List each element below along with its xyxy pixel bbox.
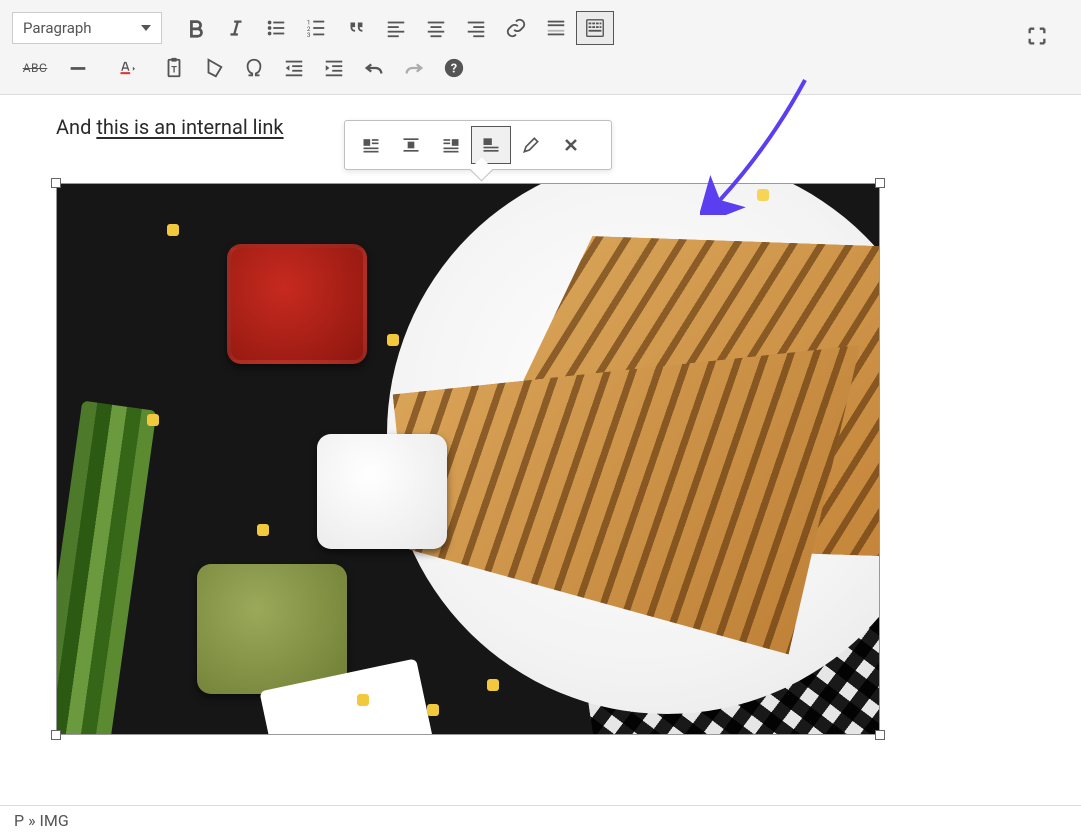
breadcrumb-sep: »: [24, 811, 39, 830]
blockquote-button[interactable]: [336, 10, 376, 46]
redo-button[interactable]: [394, 50, 434, 86]
toolbar-toggle-button[interactable]: [576, 11, 614, 45]
outdent-button[interactable]: [274, 50, 314, 86]
resize-handle-bottom-left[interactable]: [51, 730, 61, 740]
format-select[interactable]: Paragraph: [12, 12, 162, 44]
strikethrough-button[interactable]: ABC: [12, 50, 58, 86]
toolbar-row-2: ABC T ?: [12, 48, 1069, 88]
link-button[interactable]: [496, 10, 536, 46]
paste-text-button[interactable]: T: [154, 50, 194, 86]
format-select-label: Paragraph: [23, 19, 92, 37]
internal-link[interactable]: this is an internal link: [96, 115, 283, 139]
bullet-list-button[interactable]: [256, 10, 296, 46]
status-bar: P » IMG: [0, 805, 1081, 835]
read-more-button[interactable]: [536, 10, 576, 46]
svg-text:?: ?: [451, 62, 457, 77]
text-color-button[interactable]: [98, 50, 154, 86]
img-edit-button[interactable]: [511, 126, 551, 164]
resize-handle-bottom-right[interactable]: [875, 730, 885, 740]
img-align-center-button[interactable]: [391, 126, 431, 164]
svg-text:T: T: [171, 66, 177, 76]
align-left-button[interactable]: [376, 10, 416, 46]
selected-image[interactable]: [56, 183, 880, 735]
img-align-none-button[interactable]: [471, 126, 511, 164]
numbered-list-button[interactable]: 123: [296, 10, 336, 46]
svg-text:3: 3: [307, 31, 311, 39]
bold-button[interactable]: [176, 10, 216, 46]
breadcrumb-p[interactable]: P: [14, 811, 24, 830]
undo-button[interactable]: [354, 50, 394, 86]
italic-button[interactable]: [216, 10, 256, 46]
chevron-down-icon: [141, 25, 151, 31]
resize-handle-top-left[interactable]: [51, 178, 61, 188]
editor-content[interactable]: And this is an internal link to some oth…: [0, 95, 1081, 783]
resize-handle-top-right[interactable]: [875, 178, 885, 188]
breadcrumb-img[interactable]: IMG: [40, 811, 69, 830]
img-remove-button[interactable]: [551, 126, 591, 164]
food-sandwich-image: [57, 184, 879, 734]
editor-toolbar: Paragraph 123 ABC T: [0, 0, 1081, 95]
image-floating-toolbar: [344, 120, 612, 170]
img-align-left-button[interactable]: [351, 126, 391, 164]
hr-button[interactable]: [58, 50, 98, 86]
help-button[interactable]: ?: [434, 50, 474, 86]
indent-button[interactable]: [314, 50, 354, 86]
special-char-button[interactable]: [234, 50, 274, 86]
align-right-button[interactable]: [456, 10, 496, 46]
clear-format-button[interactable]: [194, 50, 234, 86]
toolbar-row-1: Paragraph 123: [12, 8, 1069, 48]
text-before: And: [56, 115, 96, 139]
editor-window: Paragraph 123 ABC T: [0, 0, 1081, 835]
align-center-button[interactable]: [416, 10, 456, 46]
img-align-right-button[interactable]: [431, 126, 471, 164]
